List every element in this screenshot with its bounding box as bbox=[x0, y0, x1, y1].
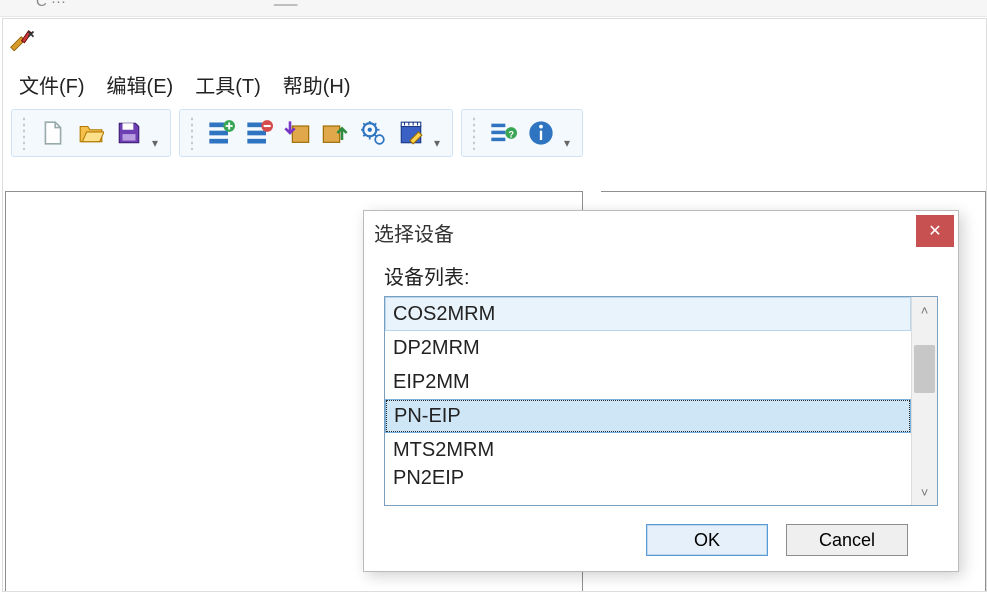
open-folder-button[interactable] bbox=[74, 116, 108, 150]
toolbar: ▾ ▾ ? bbox=[3, 104, 986, 162]
close-icon: ✕ bbox=[928, 221, 941, 241]
title-bar bbox=[3, 19, 986, 64]
scroll-up-button[interactable]: ˄ bbox=[912, 297, 937, 323]
toolbar-group-edit: ▾ bbox=[179, 109, 453, 157]
info-button[interactable] bbox=[524, 116, 558, 150]
dialog-title: 选择设备 bbox=[364, 211, 958, 253]
app-tools-icon bbox=[9, 28, 37, 56]
new-file-button[interactable] bbox=[36, 116, 70, 150]
scroll-down-button[interactable]: ˅ bbox=[912, 479, 937, 505]
toolbar-overflow[interactable]: ▾ bbox=[152, 136, 164, 156]
select-device-dialog: 选择设备 ✕ 设备列表: COS2MRMDP2MRMEIP2MMPN-EIPMT… bbox=[363, 210, 959, 572]
scroll-thumb[interactable] bbox=[914, 345, 935, 393]
import-box-button[interactable] bbox=[280, 116, 314, 150]
toolbar-grip[interactable] bbox=[472, 116, 476, 150]
remove-node-button[interactable] bbox=[242, 116, 276, 150]
save-button[interactable] bbox=[112, 116, 146, 150]
export-box-button[interactable] bbox=[318, 116, 352, 150]
add-node-button[interactable] bbox=[204, 116, 238, 150]
notes-button[interactable] bbox=[394, 116, 428, 150]
toolbar-overflow[interactable]: ▾ bbox=[564, 136, 576, 156]
listbox-scrollbar[interactable]: ˄ ˅ bbox=[911, 297, 937, 505]
dialog-close-button[interactable]: ✕ bbox=[916, 215, 954, 247]
help-list-button[interactable]: ? bbox=[486, 116, 520, 150]
toolbar-grip[interactable] bbox=[190, 116, 194, 150]
device-list-item[interactable]: MTS2MRM bbox=[385, 433, 911, 467]
device-list-item[interactable]: PN-EIP bbox=[385, 399, 911, 433]
device-list-label: 设备列表: bbox=[384, 261, 938, 290]
ok-button[interactable]: OK bbox=[646, 524, 768, 556]
device-list-item[interactable]: EIP2MM bbox=[385, 365, 911, 399]
parent-ribbon-fragment: C ··· ⸺ bbox=[0, 0, 987, 17]
menu-help[interactable]: 帮助(H) bbox=[283, 70, 351, 99]
toolbar-group-help: ? ▾ bbox=[461, 109, 583, 157]
device-list-item[interactable]: PN2EIP bbox=[385, 467, 911, 487]
menu-bar: 文件(F) 编辑(E) 工具(T) 帮助(H) bbox=[3, 64, 986, 104]
toolbar-grip[interactable] bbox=[22, 116, 26, 150]
toolbar-group-file: ▾ bbox=[11, 109, 171, 157]
device-list-item[interactable]: COS2MRM bbox=[385, 297, 911, 331]
menu-edit[interactable]: 编辑(E) bbox=[107, 70, 174, 99]
device-listbox[interactable]: COS2MRMDP2MRMEIP2MMPN-EIPMTS2MRMPN2EIP ˄… bbox=[384, 296, 938, 506]
menu-tools[interactable]: 工具(T) bbox=[195, 70, 261, 99]
settings-gear-button[interactable] bbox=[356, 116, 390, 150]
menu-file[interactable]: 文件(F) bbox=[19, 70, 85, 99]
toolbar-overflow[interactable]: ▾ bbox=[434, 136, 446, 156]
cancel-button[interactable]: Cancel bbox=[786, 524, 908, 556]
svg-text:?: ? bbox=[508, 130, 514, 140]
device-list-item[interactable]: DP2MRM bbox=[385, 331, 911, 365]
